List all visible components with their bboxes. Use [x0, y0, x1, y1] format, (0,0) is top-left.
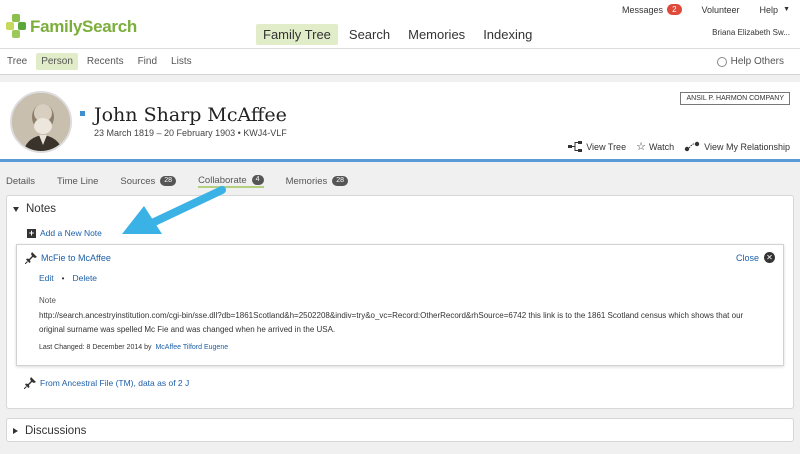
view-tree-button[interactable]: View Tree [568, 140, 626, 153]
close-icon: ✕ [764, 252, 775, 263]
delete-note-link[interactable]: Delete [72, 273, 97, 283]
familysearch-logo[interactable]: FamilySearch [6, 12, 137, 42]
pushpin-icon [24, 377, 36, 389]
discussions-panel: Discussions [6, 418, 794, 442]
logo-tree-icon [6, 14, 28, 40]
main-nav: Family Tree Search Memories Indexing [256, 24, 543, 45]
tab-time-line[interactable]: Time Line [57, 174, 98, 188]
person-name: John Sharp McAffee [94, 104, 287, 126]
messages-label: Messages [622, 4, 664, 15]
memories-count-badge: 28 [332, 176, 349, 186]
note-last-changed: Last Changed: 8 December 2014 by McAffee… [39, 344, 228, 351]
subnav-tree[interactable]: Tree [2, 53, 32, 70]
tab-memories[interactable]: Memories 28 [286, 174, 349, 188]
discussions-heading: Discussions [25, 425, 87, 437]
help-menu[interactable]: Help ▼ [760, 5, 790, 15]
messages-count-badge: 2 [667, 4, 682, 15]
sub-nav: Tree Person Recents Find Lists Help Othe… [0, 49, 800, 75]
note-actions: Edit • Delete [39, 273, 97, 283]
tab-label: Details [6, 175, 36, 187]
tree-icon [568, 141, 583, 152]
note-card: McFie to McAffee Close ✕ Edit • Delete N… [16, 244, 784, 366]
nav-family-tree[interactable]: Family Tree [256, 24, 338, 45]
help-label: Help [759, 4, 779, 15]
note-label: Note [39, 296, 56, 305]
contributor-link[interactable]: McAffee Tilford Eugene [155, 344, 228, 351]
relationship-icon [684, 141, 700, 152]
person-gender-marker [80, 111, 85, 116]
note-text: http://search.ancestryinstitution.com/cg… [39, 311, 744, 334]
pushpin-icon [25, 252, 37, 264]
note-title-link[interactable]: McFie to McAffee [25, 252, 111, 264]
nav-memories[interactable]: Memories [401, 24, 472, 45]
watch-button[interactable]: ☆ Watch [636, 140, 674, 153]
nav-search[interactable]: Search [342, 24, 397, 45]
view-tree-label: View Tree [586, 141, 627, 152]
tab-label: Time Line [57, 175, 99, 187]
notes-heading: Notes [26, 203, 57, 215]
help-others-link[interactable]: Help Others [716, 56, 784, 67]
utility-nav: Messages 2 Volunteer Help ▼ [602, 4, 790, 15]
tab-label: Memories [285, 175, 328, 187]
plus-icon: + [27, 227, 36, 238]
second-note-link[interactable]: From Ancestral File (TM), data as of 2 J [24, 377, 189, 389]
person-dates: 23 March 1819 – 20 February 1903 • KWJ4-… [94, 128, 287, 138]
portrait-image [12, 93, 70, 151]
subnav-lists[interactable]: Lists [166, 53, 197, 70]
close-label: Close [735, 252, 759, 263]
logo-text: FamilySearch [30, 17, 137, 36]
last-changed-text: Last Changed: 8 December 2014 by [39, 344, 152, 351]
help-others-label: Help Others [730, 56, 784, 67]
edit-note-link[interactable]: Edit [39, 273, 54, 283]
second-note-title: From Ancestral File (TM), data as of 2 J [40, 378, 190, 388]
nav-indexing[interactable]: Indexing [476, 24, 539, 45]
caret-down-icon: ▼ [783, 6, 790, 13]
collapse-triangle-icon [13, 206, 19, 212]
note-close-button[interactable]: Close ✕ [736, 252, 775, 263]
separator-dot: • [61, 273, 65, 283]
subnav-person[interactable]: Person [36, 53, 78, 70]
star-icon: ☆ [636, 141, 646, 153]
collaborate-count-badge: 4 [251, 175, 264, 185]
person-header: John Sharp McAffee 23 March 1819 – 20 Fe… [0, 82, 800, 162]
user-menu[interactable]: Briana Elizabeth Sw... [712, 28, 790, 37]
add-note-label: Add a New Note [40, 228, 102, 238]
annotation-arrow-icon [122, 186, 226, 234]
subnav-find[interactable]: Find [133, 53, 162, 70]
lifebuoy-icon [716, 56, 727, 67]
discussions-toggle[interactable]: Discussions [13, 425, 86, 437]
subnav-recents[interactable]: Recents [82, 53, 129, 70]
notes-toggle[interactable]: Notes [13, 203, 56, 215]
sponsor-company-box: ANSIL P. HARMON COMPANY [680, 92, 790, 105]
messages-link[interactable]: Messages 2 [622, 4, 682, 15]
view-relationship-label: View My Relationship [704, 141, 790, 152]
watch-label: Watch [648, 141, 675, 152]
add-note-link[interactable]: + Add a New Note [27, 228, 102, 238]
view-relationship-button[interactable]: View My Relationship [684, 140, 790, 153]
volunteer-link[interactable]: Volunteer [702, 5, 740, 15]
person-actions: View Tree ☆ Watch View My Relationship [558, 140, 790, 153]
expand-triangle-icon [13, 428, 18, 434]
tab-details[interactable]: Details [6, 174, 35, 188]
note-title: McFie to McAffee [41, 253, 111, 263]
top-bar: FamilySearch Family Tree Search Memories… [0, 0, 800, 49]
person-portrait[interactable] [10, 91, 72, 153]
